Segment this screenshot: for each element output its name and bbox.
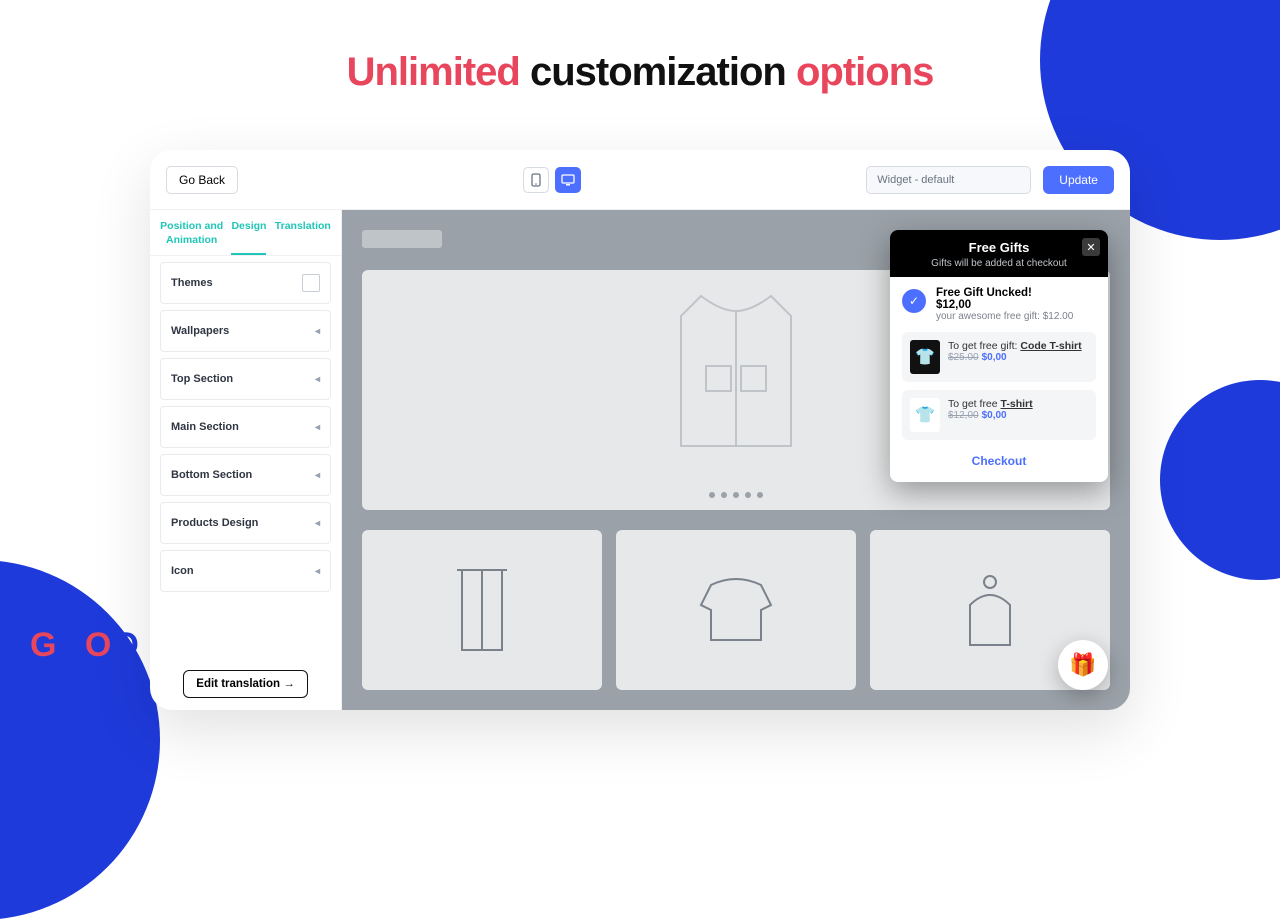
unlock-subtext: your awesome free gift: $12.00 [936,311,1073,322]
topbar: Go Back Widget - default Update [150,150,1130,210]
preview-canvas: Free Gifts Gifts will be added at checko… [342,210,1130,710]
gift-name: T-shirt [1001,398,1033,410]
accordion-label: Main Section [171,421,239,433]
accordion-products-design[interactable]: Products Design ◂ [160,502,331,544]
chevron-left-icon: ◂ [315,470,320,481]
accordion-label: Top Section [171,373,233,385]
chevron-left-icon: ◂ [315,566,320,577]
gift-thumb-icon: 👕 [910,340,940,374]
theme-thumb-icon [302,274,320,292]
popup-subtitle: Gifts will be added at checkout [902,258,1096,269]
product-card [362,530,602,690]
close-icon[interactable]: ✕ [1082,238,1100,256]
gift-fab-button[interactable]: 🎁 [1058,640,1108,690]
price-new: $0,00 [982,410,1007,421]
accordion-label: Themes [171,277,213,289]
chevron-left-icon: ◂ [315,422,320,433]
accordion-main-section[interactable]: Main Section ◂ [160,406,331,448]
accordion-bottom-section[interactable]: Bottom Section ◂ [160,454,331,496]
price-old: $25.00 [948,352,979,363]
gift-item[interactable]: 👕 To get free T-shirt $12,00$0,00 [902,390,1096,440]
edit-translation-button[interactable]: Edit translation → [183,670,307,698]
gift-icon: 🎁 [1069,652,1096,678]
sidebar: Position and Animation Design Translatio… [150,210,342,710]
gift-text: To get free gift: [948,340,1020,352]
widget-select[interactable]: Widget - default [866,166,1031,194]
tab-position-animation[interactable]: Position and Animation [160,220,223,255]
shirt-illustration [661,286,811,456]
headline-word-1: Unlimited [347,50,520,94]
popup-title: Free Gifts [902,240,1096,255]
price-new: $0,00 [982,352,1007,363]
page-headline: Unlimited customization options [0,50,1280,95]
headline-word-3: options [796,50,933,94]
chevron-left-icon: ◂ [315,374,320,385]
accordion-label: Wallpapers [171,325,229,337]
checkout-link[interactable]: Checkout [902,448,1096,472]
accordion-themes[interactable]: Themes [160,262,331,304]
free-gifts-popup: Free Gifts Gifts will be added at checko… [890,230,1108,482]
go-back-button[interactable]: Go Back [166,166,238,194]
accordion-top-section[interactable]: Top Section ◂ [160,358,331,400]
gift-name: Code T-shirt [1020,340,1081,352]
unlock-message: ✓ Free Gift Uncked! $12,00 your awesome … [902,287,1096,322]
unlock-price: $12,00 [936,299,1073,311]
app-frame: Go Back Widget - default Update Position… [150,150,1130,710]
accordion-label: Products Design [171,517,258,529]
brand-logo: GOOO [30,626,140,665]
carousel-dots [709,492,763,498]
chevron-left-icon: ◂ [315,518,320,529]
chevron-left-icon: ◂ [315,326,320,337]
accordion-label: Bottom Section [171,469,252,481]
tab-design[interactable]: Design [231,220,266,255]
gift-text: To get free [948,398,1001,410]
gift-item[interactable]: 👕 To get free gift: Code T-shirt $25.00$… [902,332,1096,382]
gift-thumb-icon: 👕 [910,398,940,432]
accordion-label: Icon [171,565,194,577]
device-mobile-button[interactable] [523,167,549,193]
unlock-title: Free Gift Uncked! [936,287,1073,299]
check-icon: ✓ [902,289,926,313]
tab-translation[interactable]: Translation [275,220,331,255]
device-toggle [523,167,581,193]
headline-word-2: customization [520,50,796,94]
accordion-wallpapers[interactable]: Wallpapers ◂ [160,310,331,352]
sidebar-tabs: Position and Animation Design Translatio… [150,210,341,256]
update-button[interactable]: Update [1043,166,1114,194]
accordion-icon[interactable]: Icon ◂ [160,550,331,592]
product-card [616,530,856,690]
popup-header: Free Gifts Gifts will be added at checko… [890,230,1108,277]
price-old: $12,00 [948,410,979,421]
placeholder-bar [362,230,442,248]
device-desktop-button[interactable] [555,167,581,193]
